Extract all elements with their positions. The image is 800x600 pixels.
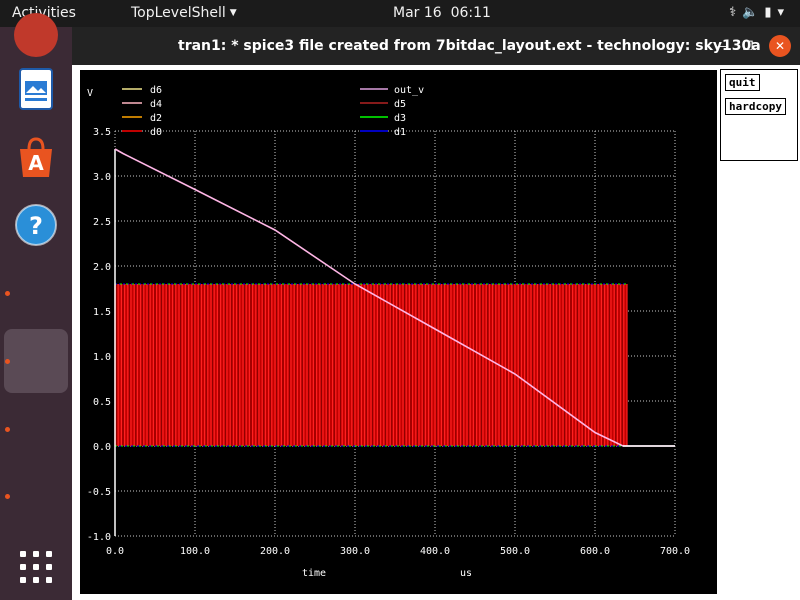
clock-time: 06:11 [450,5,491,21]
legend-label: d1 [394,127,406,138]
control-panel: quit hardcopy [720,69,798,161]
y-tick-label: 3.0 [93,172,111,183]
x-tick-label: 400.0 [420,546,450,557]
app-icon-partial[interactable] [14,13,58,57]
y-axis-label: V [87,88,93,99]
app-menu-label: TopLevelShell [131,5,226,21]
y-tick-label: 3.5 [93,127,111,138]
y-tick-label: -1.0 [87,532,111,543]
software-icon-svg: A [20,137,52,177]
y-tick-label: 1.0 [93,352,111,363]
svg-text:?: ? [29,212,43,240]
app-menu[interactable]: TopLevelShell ▼ [131,5,237,21]
x-tick-label: 0.0 [106,546,124,557]
libreoffice-impress-icon[interactable] [14,67,58,111]
close-icon[interactable]: ✕ [769,35,791,57]
hardcopy-button[interactable]: hardcopy [725,98,786,115]
digital-series [114,283,628,447]
grid-icon-svg [20,551,52,583]
x-tick-label: 100.0 [180,546,210,557]
dock-active-app[interactable] [4,329,68,393]
ubuntu-software-icon[interactable]: A [14,135,58,179]
network-icon: ⚕ [729,5,743,20]
impress-icon-svg [19,68,53,110]
x-tick-label: 600.0 [580,546,610,557]
legend-label: d6 [150,85,162,96]
legend-label: d3 [394,113,406,124]
y-tick-label: 2.0 [93,262,111,273]
top-bar: Activities TopLevelShell ▼ Mar 16 06:11 ⚕… [0,0,800,27]
x-tick-label: 300.0 [340,546,370,557]
dock: A ? [0,13,72,600]
help-icon[interactable]: ? [14,203,58,247]
y-tick-label: 1.5 [93,307,111,318]
legend-label: d2 [150,113,162,124]
y-tick-label: 2.5 [93,217,111,228]
dock-running-indicator [5,427,10,432]
window-title: tran1: * spice3 file created from 7bitda… [178,38,761,54]
clock[interactable]: Mar 16 06:11 [393,5,491,21]
x-tick-label: 200.0 [260,546,290,557]
clock-date: Mar 16 [393,5,442,21]
digital-series-d0 [114,284,628,446]
legend-label: d5 [394,99,406,110]
chevron-down-icon: ▼ [229,8,237,18]
y-tick-label: -0.5 [87,487,111,498]
x-tick-label: 500.0 [500,546,530,557]
legend: d6 d4 d2 d0 out_v d5 d3 d1 [122,85,424,138]
maximize-icon[interactable]: ❐ [737,35,759,57]
y-tick-label: 0.0 [93,442,111,453]
plot-area[interactable]: 0.0 100.0 200.0 300.0 400.0 500.0 600.0 700.0 3.… [80,70,717,594]
help-icon-svg: ? [15,204,57,246]
system-tray[interactable]: ⚕🔈▮▾ [729,5,790,20]
quit-button[interactable]: quit [725,74,760,91]
battery-icon: ▮ [764,5,778,20]
minimize-icon[interactable]: — [712,35,734,57]
legend-label: d0 [150,127,162,138]
window-titlebar[interactable]: tran1: * spice3 file created from 7bitda… [72,27,800,65]
x-axis-unit: us [460,568,472,579]
legend-label: d4 [150,99,162,110]
svg-text:A: A [28,151,44,175]
x-tick-label: 700.0 [660,546,690,557]
system-menu-icon: ▾ [777,5,790,20]
volume-icon: 🔈 [742,5,765,20]
dock-running-indicator [5,359,10,364]
y-tick-label: 0.5 [93,397,111,408]
legend-label: out_v [394,85,424,96]
dock-running-indicator [5,494,10,499]
waveform-chart: 0.0 100.0 200.0 300.0 400.0 500.0 600.0 700.0 3.… [87,85,690,579]
dock-running-indicator [5,291,10,296]
x-axis-label: time [302,568,326,579]
show-applications-icon[interactable] [14,545,58,589]
